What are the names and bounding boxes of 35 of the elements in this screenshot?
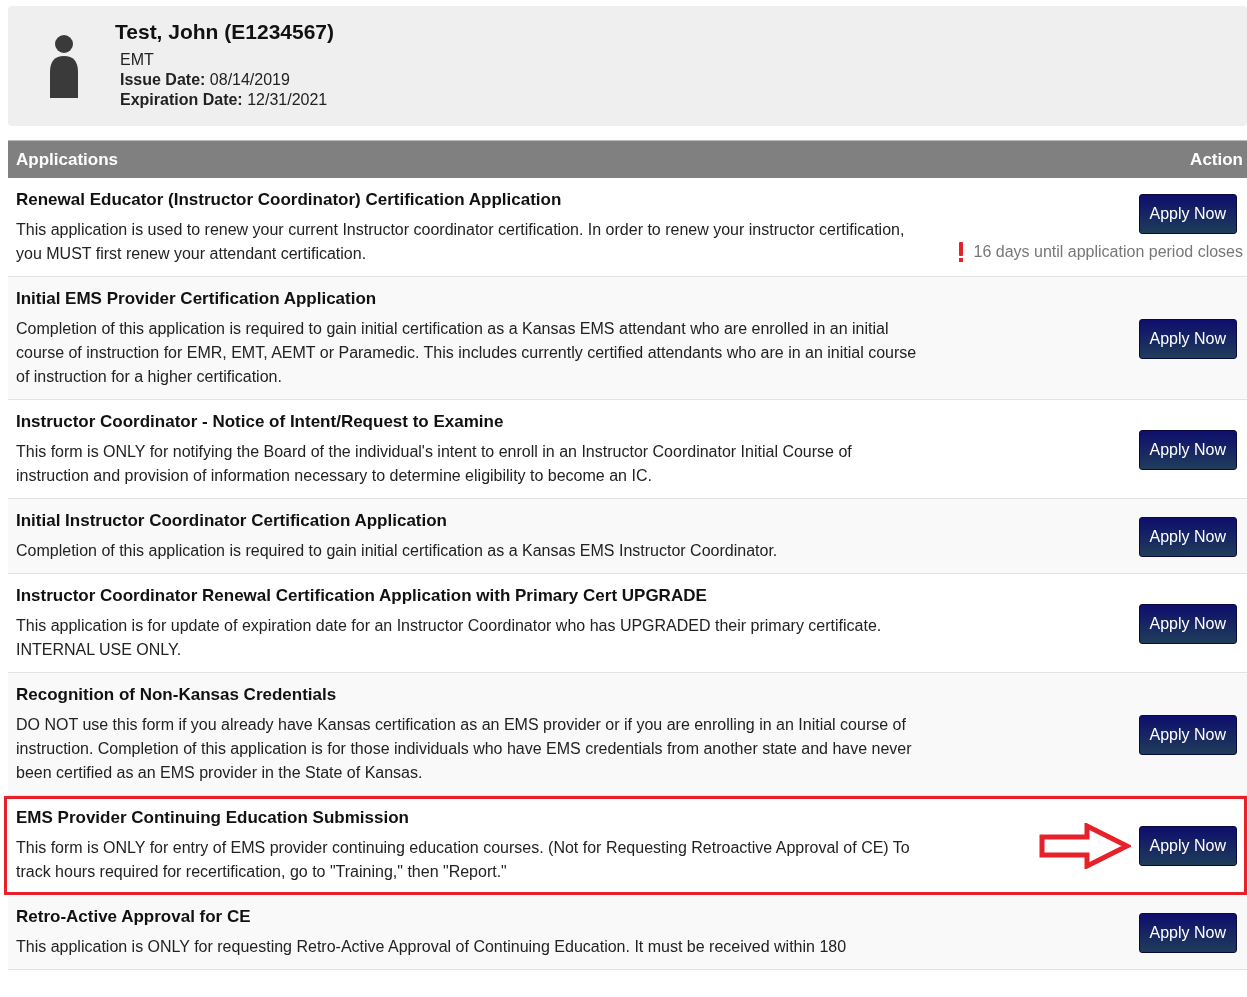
arrow-icon: [1038, 823, 1131, 869]
profile-name: Test, John (E1234567): [115, 20, 335, 44]
column-header: Action: [1190, 149, 1243, 170]
application-description: This application is ONLY for requesting Retro-Active Approval of Continuing Education. It must be received within 180: [16, 937, 847, 957]
application-description: This application is for update of expiration date for an Instructor Coordinator who has UPGRADED their primary certificate. INTERNAL USE ONLY.: [16, 616, 883, 660]
apply-now-button[interactable]: Apply Now: [1138, 319, 1237, 359]
application-title: Instructor Coordinator Renewal Certification Application with Primary Cert UPGRADE: [16, 586, 708, 606]
application-description: DO NOT use this form if you already have Kansas certification as an EMS provider or if you are enrolling in an Initial course of instruction. Completion of this application is for those individuals who have EMS credentials from another state and have never been certified as an EMS provider in the State of Kansas.: [16, 715, 913, 783]
application-description: This form is ONLY for notifying the Board of the individual's intent to enroll in an Instructor Coordinator Initial Course of instruction and provision of information necessary to determine eligibility to become an IC.: [16, 442, 853, 486]
application-title: Initial EMS Provider Certification Application: [16, 289, 378, 309]
column-header: Applications: [16, 149, 118, 170]
expiration-date-label: Expiration Date:: [120, 91, 243, 108]
certification-level: EMT: [120, 51, 154, 68]
exclamation-icon: [957, 242, 964, 262]
application-title: Recognition of Non-Kansas Credentials: [16, 685, 338, 705]
application-title: Renewal Educator (Instructor Coordinator) Certification Application: [16, 190, 563, 210]
application-description: This form is ONLY for entry of EMS provider continuing education courses. (Not for Requesting Retroactive Approval of CE) To track hours required for recertification, go to "Training," then "Report.": [16, 838, 911, 882]
application-title: Instructor Coordinator - Notice of Intent/Request to Examine: [16, 412, 505, 432]
apply-now-button[interactable]: Apply Now: [1138, 517, 1237, 557]
apply-now-button[interactable]: Apply Now: [1138, 913, 1237, 953]
issue-date-label: Issue Date:: [120, 71, 206, 88]
application-title: Retro-Active Approval for CE: [16, 907, 252, 927]
expiration-date: 12/31/2021: [247, 91, 328, 108]
application-description: This application is used to renew your current Instructor coordinator certification. In order to renew your instructor certification, you MUST first renew your attendant certification.: [16, 220, 906, 264]
deadline-warning: 16 days until application period closes: [973, 243, 1243, 261]
apply-now-button[interactable]: Apply Now: [1138, 826, 1237, 866]
apply-now-button[interactable]: Apply Now: [1138, 194, 1237, 234]
issue-date: 08/14/2019: [209, 71, 290, 88]
application-description: Completion of this application is required to gain initial certification as a Kansas EMS attendant who are enrolled in an initial course of instruction for EMR, EMT, AEMT or Paramedic. This includes currently certified attendants who are in an initial course of instruction for a higher certification.: [16, 319, 918, 387]
apply-now-button[interactable]: Apply Now: [1138, 430, 1237, 470]
application-description: Completion of this application is required to gain initial certification as a Kansas EMS Instructor Coordinator.: [16, 541, 778, 561]
apply-now-button[interactable]: Apply Now: [1138, 604, 1237, 644]
application-title: EMS Provider Continuing Education Submission: [16, 808, 410, 828]
apply-now-button[interactable]: Apply Now: [1138, 715, 1237, 755]
application-title: Initial Instructor Coordinator Certification Application: [16, 511, 448, 531]
